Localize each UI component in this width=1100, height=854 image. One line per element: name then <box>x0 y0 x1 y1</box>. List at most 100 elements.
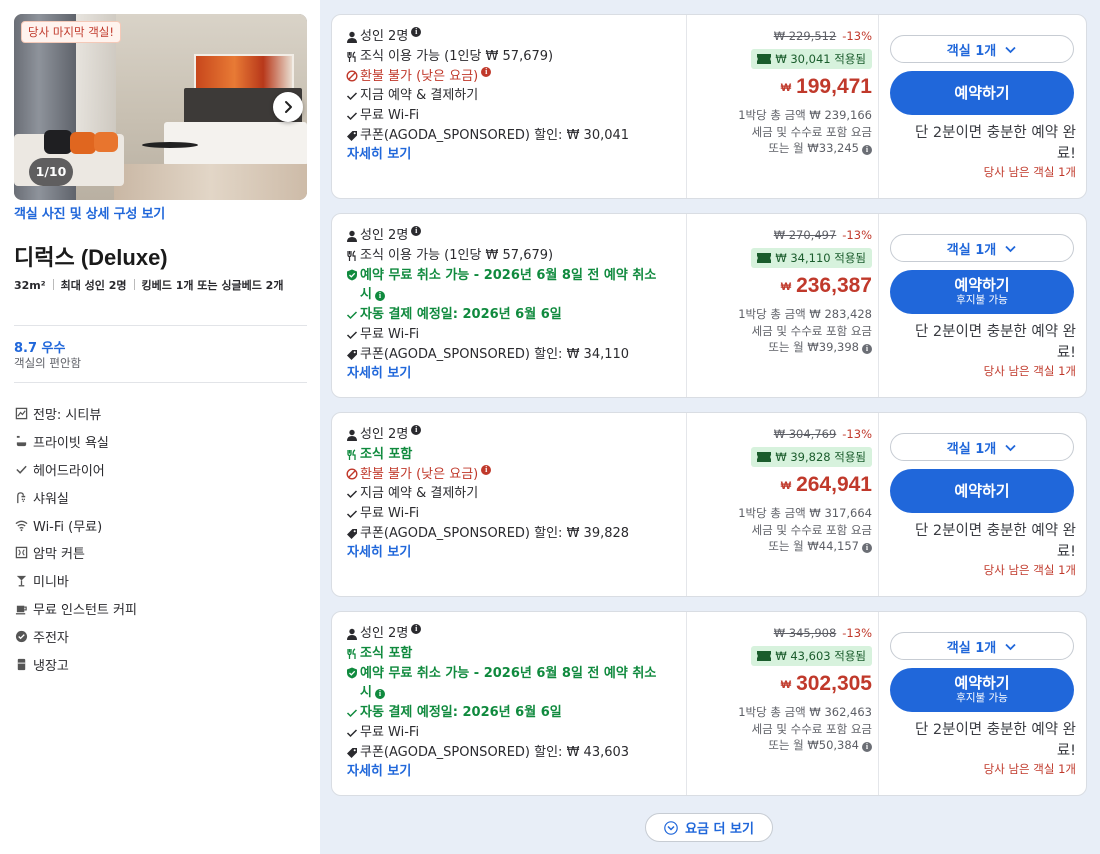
offer-guests: 성인 2명 i <box>346 226 676 246</box>
person-icon <box>347 31 357 43</box>
offer-guests: 성인 2명 i <box>346 27 676 47</box>
final-price: ₩264,941 <box>780 473 872 496</box>
quick-booking-note: 단 2분이면 충분한 예약 완료! <box>914 125 1076 162</box>
offer-features: 성인 2명 i 조식 이용 가능 (1인당 ₩ 57,679) 예약 무료 취소 … <box>346 226 676 383</box>
check-icon <box>346 311 358 320</box>
fridge-icon <box>14 657 28 671</box>
info-icon[interactable]: i <box>411 425 422 435</box>
ticket-icon <box>757 651 772 661</box>
info-icon[interactable]: i <box>862 145 872 155</box>
amenity-item: 무료 인스턴트 커피 <box>14 595 304 623</box>
room-title: 디럭스 (Deluxe) <box>14 245 168 270</box>
kettle-icon <box>14 629 28 643</box>
review-score: 8.7 우수 <box>14 341 66 356</box>
tag-icon <box>347 349 357 360</box>
original-price: ₩ 229,512 <box>773 29 837 43</box>
quick-booking-note: 단 2분이면 충분한 예약 완료! <box>914 523 1076 560</box>
more-rates-button[interactable]: 요금 더 보기 <box>645 813 773 842</box>
coupon-applied-badge: ₩ 39,828 적용됨 <box>751 447 872 467</box>
view-icon <box>14 407 28 421</box>
chevron-down-circle-icon <box>664 820 678 835</box>
info-icon[interactable]: i <box>411 27 422 37</box>
coupon-applied-badge: ₩ 30,041 적용됨 <box>751 49 872 69</box>
room-photos-link[interactable]: 객실 사진 및 상세 구성 보기 <box>14 203 165 222</box>
amenity-item: 전망: 시티뷰 <box>14 400 304 428</box>
offer-wifi: 무료 Wi-Fi <box>346 325 676 345</box>
amenity-item: 미니바 <box>14 567 304 595</box>
room-count-select[interactable]: 객실 1개 <box>890 234 1074 262</box>
price-breakdown: 1박당 총 금액 ₩ 239,166 세금 및 수수료 포함 요금 또는 월 ₩… <box>738 108 872 155</box>
room-count-select[interactable]: 객실 1개 <box>890 632 1074 660</box>
check-icon <box>346 112 358 121</box>
book-button[interactable]: 예약하기 후지불 가능 <box>890 270 1074 314</box>
check-icon <box>346 510 358 519</box>
rate-offer-card: 성인 2명 i 조식 포함 환불 불가 (낮은 요금) i 지금 예약 & 결제하기… <box>331 412 1087 597</box>
shield-check-icon <box>347 667 357 679</box>
final-price: ₩302,305 <box>780 672 872 695</box>
offer-booking: 객실 1개 예약하기 후지불 가능 단 2분이면 충분한 예약 완료! 당사 남은… <box>878 214 1088 397</box>
offer-coupon: 쿠폰(AGODA_SPONSORED) 할인: ₩ 30,041 <box>346 126 676 146</box>
book-button[interactable]: 예약하기 <box>890 71 1074 115</box>
offer-meal: 조식 이용 가능 (1인당 ₩ 57,679) <box>346 47 676 67</box>
wifi-icon <box>14 518 28 532</box>
check-icon <box>346 331 358 339</box>
no-refund-icon <box>346 468 358 480</box>
tag-icon <box>347 528 357 539</box>
info-icon[interactable]: i <box>481 464 492 475</box>
book-button[interactable]: 예약하기 <box>890 469 1074 513</box>
shower-icon <box>14 490 28 504</box>
info-icon[interactable]: i <box>411 226 422 236</box>
cutlery-icon <box>347 51 356 62</box>
offer-coupon: 쿠폰(AGODA_SPONSORED) 할인: ₩ 34,110 <box>346 345 676 365</box>
offer-coupon: 쿠폰(AGODA_SPONSORED) 할인: ₩ 43,603 <box>346 743 676 763</box>
gallery-next-button[interactable] <box>273 92 303 122</box>
info-icon[interactable]: i <box>862 742 872 752</box>
room-count-select[interactable]: 객실 1개 <box>890 35 1074 63</box>
offer-booking: 객실 1개 예약하기 단 2분이면 충분한 예약 완료! 당사 남은 객실 1개 <box>878 15 1088 198</box>
offer-pay-now: 지금 예약 & 결제하기 <box>346 86 676 106</box>
chevron-down-icon <box>1005 46 1016 53</box>
blackout-curtain-icon <box>14 546 28 560</box>
details-link[interactable]: 자세히 보기 <box>346 544 676 562</box>
info-icon[interactable]: i <box>862 344 872 354</box>
rooms-left-notice: 당사 남은 객실 1개 <box>983 563 1076 577</box>
details-link[interactable]: 자세히 보기 <box>346 763 676 781</box>
person-icon <box>347 628 357 640</box>
minibar-icon <box>14 574 28 588</box>
ticket-icon <box>757 253 772 263</box>
offer-free-cancellation: 예약 무료 취소 가능 - 2026년 6월 8일 전 예약 취소 시i <box>346 266 676 306</box>
check-icon <box>346 709 358 718</box>
info-icon[interactable]: i <box>374 689 385 700</box>
offer-meal: 조식 이용 가능 (1인당 ₩ 57,679) <box>346 246 676 266</box>
price-breakdown: 1박당 총 금액 ₩ 317,664 세금 및 수수료 포함 요금 또는 월 ₩… <box>738 506 872 553</box>
divider <box>14 382 307 383</box>
details-link[interactable]: 자세히 보기 <box>346 365 676 383</box>
room-count-select[interactable]: 객실 1개 <box>890 433 1074 461</box>
last-room-badge: 당사 마지막 객실! <box>21 21 121 43</box>
offer-autopay-date: 자동 결제 예정일: 2026년 6월 6일 <box>346 703 676 723</box>
amenity-list: 전망: 시티뷰 프라이빗 욕실 헤어드라이어 샤워실 Wi-Fi (무료) 암막… <box>14 400 304 678</box>
info-icon[interactable]: i <box>374 291 385 302</box>
discount-percent: -13% <box>842 228 872 242</box>
offer-booking: 객실 1개 예약하기 단 2분이면 충분한 예약 완료! 당사 남은 객실 1개 <box>878 413 1088 596</box>
amenity-item: Wi-Fi (무료) <box>14 511 304 539</box>
offer-pricing: ₩ 345,908 -13% ₩ 43,603 적용됨 ₩302,305 1박당 … <box>686 612 886 795</box>
info-icon[interactable]: i <box>411 624 422 634</box>
check-icon <box>346 490 358 499</box>
rate-offer-card: 성인 2명 i 조식 이용 가능 (1인당 ₩ 57,679) 환불 불가 (낮은… <box>331 14 1087 199</box>
info-icon[interactable]: i <box>481 66 492 77</box>
details-link[interactable]: 자세히 보기 <box>346 146 676 164</box>
room-specs: 32m² 최대 성인 2명 킹베드 1개 또는 싱글베드 2개 <box>14 276 304 295</box>
quick-booking-note: 단 2분이면 충분한 예약 완료! <box>914 722 1076 759</box>
room-beds: 킹베드 1개 또는 싱글베드 2개 <box>141 279 284 292</box>
chevron-down-icon <box>1005 643 1016 650</box>
amenity-item: 냉장고 <box>14 650 304 678</box>
cutlery-icon <box>347 449 356 460</box>
discount-percent: -13% <box>842 626 872 640</box>
offer-booking: 객실 1개 예약하기 후지불 가능 단 2분이면 충분한 예약 완료! 당사 남은… <box>878 612 1088 795</box>
person-icon <box>347 429 357 441</box>
info-icon[interactable]: i <box>862 543 872 553</box>
chevron-right-icon <box>285 101 292 113</box>
book-button[interactable]: 예약하기 후지불 가능 <box>890 668 1074 712</box>
coupon-applied-badge: ₩ 43,603 적용됨 <box>751 646 872 666</box>
